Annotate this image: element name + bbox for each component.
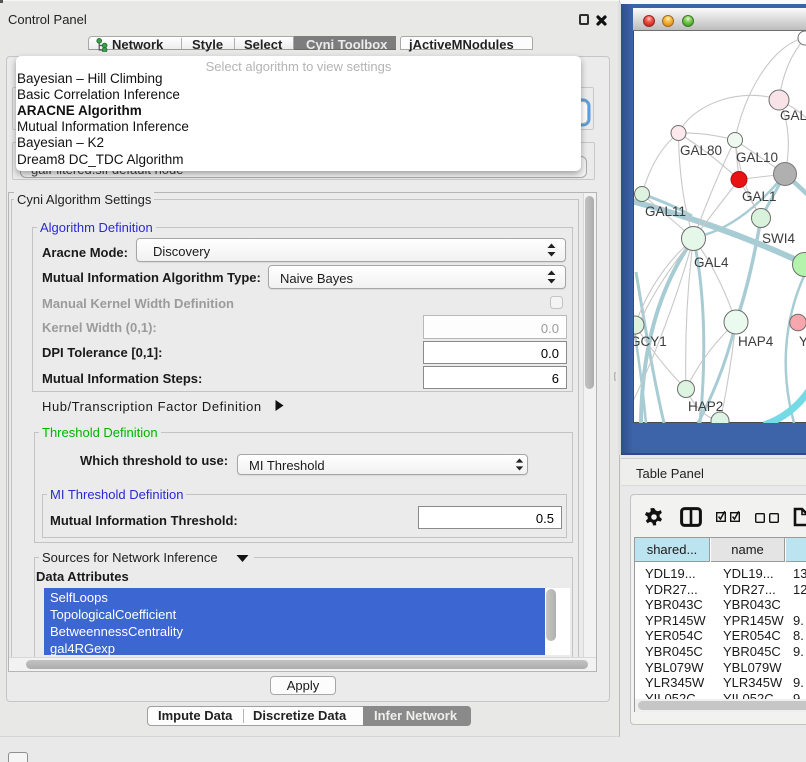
svg-text:GAL10: GAL10: [736, 150, 778, 165]
svg-text:GCY1: GCY1: [634, 334, 667, 349]
svg-text:SWI4: SWI4: [762, 231, 795, 246]
svg-text:GAL11: GAL11: [645, 204, 686, 219]
svg-text:Y: Y: [799, 334, 806, 349]
svg-text:HAP2: HAP2: [688, 399, 723, 414]
svg-text:GAL1: GAL1: [742, 189, 777, 204]
svg-text:HAP4: HAP4: [738, 334, 774, 349]
svg-text:GAL: GAL: [780, 108, 806, 123]
svg-text:GAL80: GAL80: [680, 143, 722, 158]
svg-text:GAL4: GAL4: [694, 255, 729, 270]
